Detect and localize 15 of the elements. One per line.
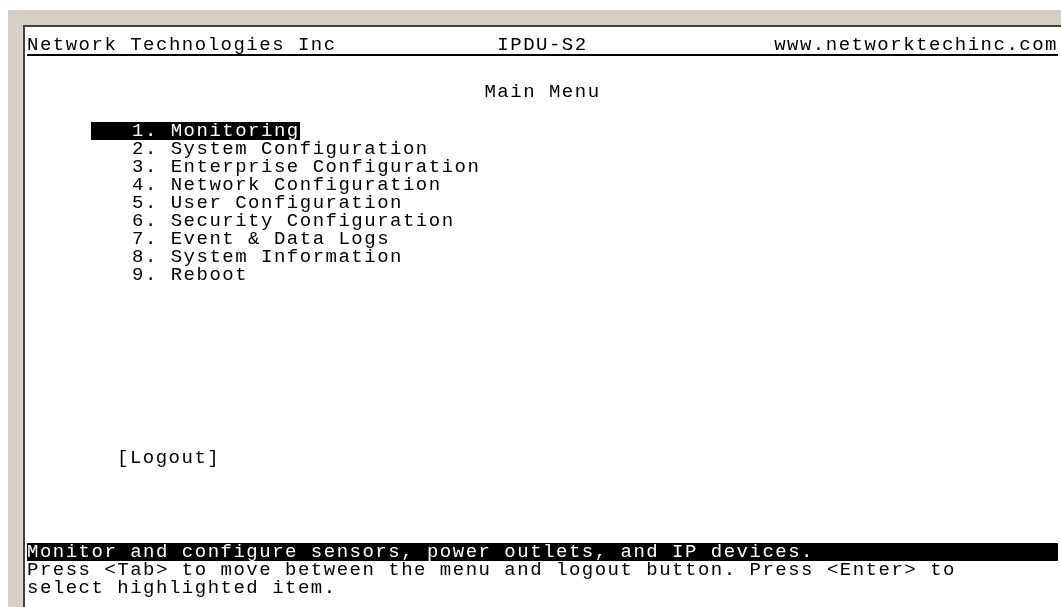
company-name: Network Technologies Inc	[27, 36, 337, 54]
website-url: www.networktechinc.com	[774, 36, 1058, 54]
help-text: Press <Tab> to move between the menu and logout button. Press <Enter> to select highlighted item.	[27, 561, 957, 597]
menu-item[interactable]: 3. Enterprise Configuration	[91, 158, 481, 176]
menu-title: Main Menu	[483, 83, 602, 101]
menu-item[interactable]: 4. Network Configuration	[91, 176, 442, 194]
menu-item[interactable]: 9. Reboot	[91, 266, 249, 284]
menu-item[interactable]: 7. Event & Data Logs	[91, 230, 391, 248]
device-model: IPDU-S2	[497, 36, 588, 54]
menu-item[interactable]: 8. System Information	[91, 248, 403, 266]
menu-item[interactable]: 5. User Configuration	[91, 194, 403, 212]
menu-item[interactable]: 1. Monitoring	[91, 122, 300, 140]
menu-item[interactable]: 6. Security Configuration	[91, 212, 455, 230]
menu-item[interactable]: 2. System Configuration	[91, 140, 429, 158]
logout-button[interactable]: [Logout]	[117, 449, 221, 467]
